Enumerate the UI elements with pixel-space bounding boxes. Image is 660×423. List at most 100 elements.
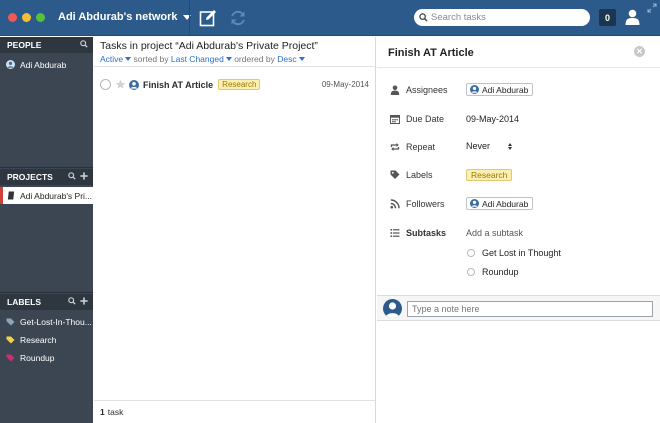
sorted-by-text: sorted by xyxy=(133,54,169,64)
people-title: PEOPLE xyxy=(7,40,42,50)
labels-section-header: LABELS xyxy=(0,294,93,310)
due-date-value[interactable]: 09-May-2014 xyxy=(466,114,519,124)
user-icon[interactable] xyxy=(625,9,640,25)
assignees-label: Assignees xyxy=(406,85,448,95)
sidebar-item-label-get-lost[interactable]: Get-Lost-In-Thou... xyxy=(0,313,93,330)
chevron-down-icon xyxy=(125,57,132,61)
window-minimize-button[interactable] xyxy=(22,13,31,22)
fullscreen-icon[interactable] xyxy=(647,3,657,13)
order-dropdown[interactable]: Desc xyxy=(277,54,305,64)
task-title: Finish AT Article xyxy=(143,79,214,90)
tag-icon xyxy=(390,170,400,179)
list-item[interactable]: Roundup xyxy=(467,267,519,277)
sidebar-item-label-research[interactable]: Research xyxy=(0,331,93,348)
sidebar-item-label: Research xyxy=(20,334,57,345)
labels-label: Labels xyxy=(406,170,433,180)
window-zoom-button[interactable] xyxy=(36,13,45,22)
labels-title: LABELS xyxy=(7,297,41,307)
table-row[interactable]: Finish AT Article Research 09-May-2014 xyxy=(94,74,375,95)
window-close-button[interactable] xyxy=(8,13,17,22)
list-item[interactable]: Get Lost in Thought xyxy=(467,248,561,258)
subtask-title: Get Lost in Thought xyxy=(482,248,561,258)
sidebar-item-label: Adi Abdurab xyxy=(20,59,67,70)
assignee-name: Adi Abdurab xyxy=(482,84,529,95)
task-count: 1 xyxy=(100,407,105,417)
assignee-chip[interactable]: Adi Abdurab xyxy=(466,83,534,96)
notification-badge[interactable]: 0 xyxy=(599,9,616,26)
sync-icon[interactable] xyxy=(229,9,247,27)
repeat-select[interactable]: Never xyxy=(466,141,513,151)
compose-icon[interactable] xyxy=(199,9,217,27)
follower-chip[interactable]: Adi Abdurab xyxy=(466,197,534,210)
sidebar-item-label: Roundup xyxy=(20,352,55,363)
person-avatar-icon xyxy=(6,60,15,69)
sidebar-item-label: Get-Lost-In-Thou... xyxy=(20,316,92,327)
sidebar: PEOPLE Adi Abdurab PROJECTS Adi Abdurab'… xyxy=(0,37,93,423)
filter-dropdown[interactable]: Active xyxy=(100,54,132,64)
search-people-icon[interactable] xyxy=(80,40,88,48)
tag-icon xyxy=(6,353,15,362)
task-count-suffix: task xyxy=(107,407,124,417)
note-composer xyxy=(377,295,660,321)
repeat-label: Repeat xyxy=(406,142,436,152)
chevron-down-icon xyxy=(298,57,305,61)
select-stepper-icon xyxy=(508,142,513,150)
projects-section-header: PROJECTS xyxy=(0,169,93,185)
sort-controls: Active sorted by Last Changed ordered by… xyxy=(100,54,369,64)
task-detail-panel: Finish AT Article ✕ Assignees Adi Abdura… xyxy=(377,37,660,423)
detail-title[interactable]: Finish AT Article xyxy=(388,47,474,59)
close-icon: ✕ xyxy=(636,46,643,56)
sidebar-item-project[interactable]: Adi Abdurab's Pri... xyxy=(0,187,93,204)
network-selector[interactable]: Adi Abdurab's network xyxy=(58,11,191,23)
ordered-by-text: ordered by xyxy=(234,54,275,64)
search-projects-icon[interactable] xyxy=(68,172,76,180)
people-section-header: PEOPLE xyxy=(0,37,93,53)
follower-avatar-icon xyxy=(470,199,479,208)
subtasks-label: Subtasks xyxy=(406,228,447,238)
task-count-footer: 1 task xyxy=(94,400,375,423)
close-button[interactable]: ✕ xyxy=(634,46,645,57)
repeat-icon xyxy=(390,143,400,151)
search-input[interactable] xyxy=(431,12,581,23)
search-icon xyxy=(419,13,428,22)
star-icon[interactable] xyxy=(115,79,126,90)
rss-icon xyxy=(390,199,400,209)
calendar-icon xyxy=(390,115,400,124)
subtask-checkbox[interactable] xyxy=(467,268,475,276)
due-date-label: Due Date xyxy=(406,114,445,124)
detail-divider xyxy=(377,67,660,68)
avatar xyxy=(383,299,402,318)
sidebar-item-label-roundup[interactable]: Roundup xyxy=(0,349,93,366)
sidebar-item-person[interactable]: Adi Abdurab xyxy=(0,56,93,73)
sort-field-value: Last Changed xyxy=(170,54,224,64)
user-avatar-icon xyxy=(385,302,400,318)
assignee-avatar-icon xyxy=(470,85,479,94)
sort-field-dropdown[interactable]: Last Changed xyxy=(171,54,232,64)
task-list-title: Tasks in project “Adi Abdurab's Private … xyxy=(100,40,318,52)
follower-name: Adi Abdurab xyxy=(482,198,529,209)
add-label-icon[interactable] xyxy=(80,297,88,305)
top-bar: Adi Abdurab's network 0 xyxy=(0,0,660,36)
tag-icon xyxy=(6,317,15,326)
chevron-down-icon xyxy=(225,57,232,61)
order-value: Desc xyxy=(277,54,297,64)
list-icon xyxy=(390,229,400,237)
subtask-title: Roundup xyxy=(482,267,519,277)
note-input[interactable] xyxy=(407,301,653,317)
person-icon xyxy=(390,85,400,95)
add-project-icon[interactable] xyxy=(80,172,88,180)
followers-label: Followers xyxy=(406,199,445,209)
add-subtask-link[interactable]: Add a subtask xyxy=(466,228,523,238)
toolbar-divider xyxy=(189,0,190,36)
search-box[interactable] xyxy=(414,9,590,26)
label-chip[interactable]: Research xyxy=(466,169,513,181)
task-list-header: Tasks in project “Adi Abdurab's Private … xyxy=(94,37,375,67)
subtask-checkbox[interactable] xyxy=(467,249,475,257)
sidebar-item-label: Adi Abdurab's Pri... xyxy=(20,190,93,201)
sidebar-divider xyxy=(0,167,93,168)
repeat-value: Never xyxy=(466,141,491,151)
complete-checkbox[interactable] xyxy=(100,79,111,90)
task-date: 09-May-2014 xyxy=(321,80,369,89)
tag-icon xyxy=(6,335,15,344)
search-labels-icon[interactable] xyxy=(68,297,76,305)
